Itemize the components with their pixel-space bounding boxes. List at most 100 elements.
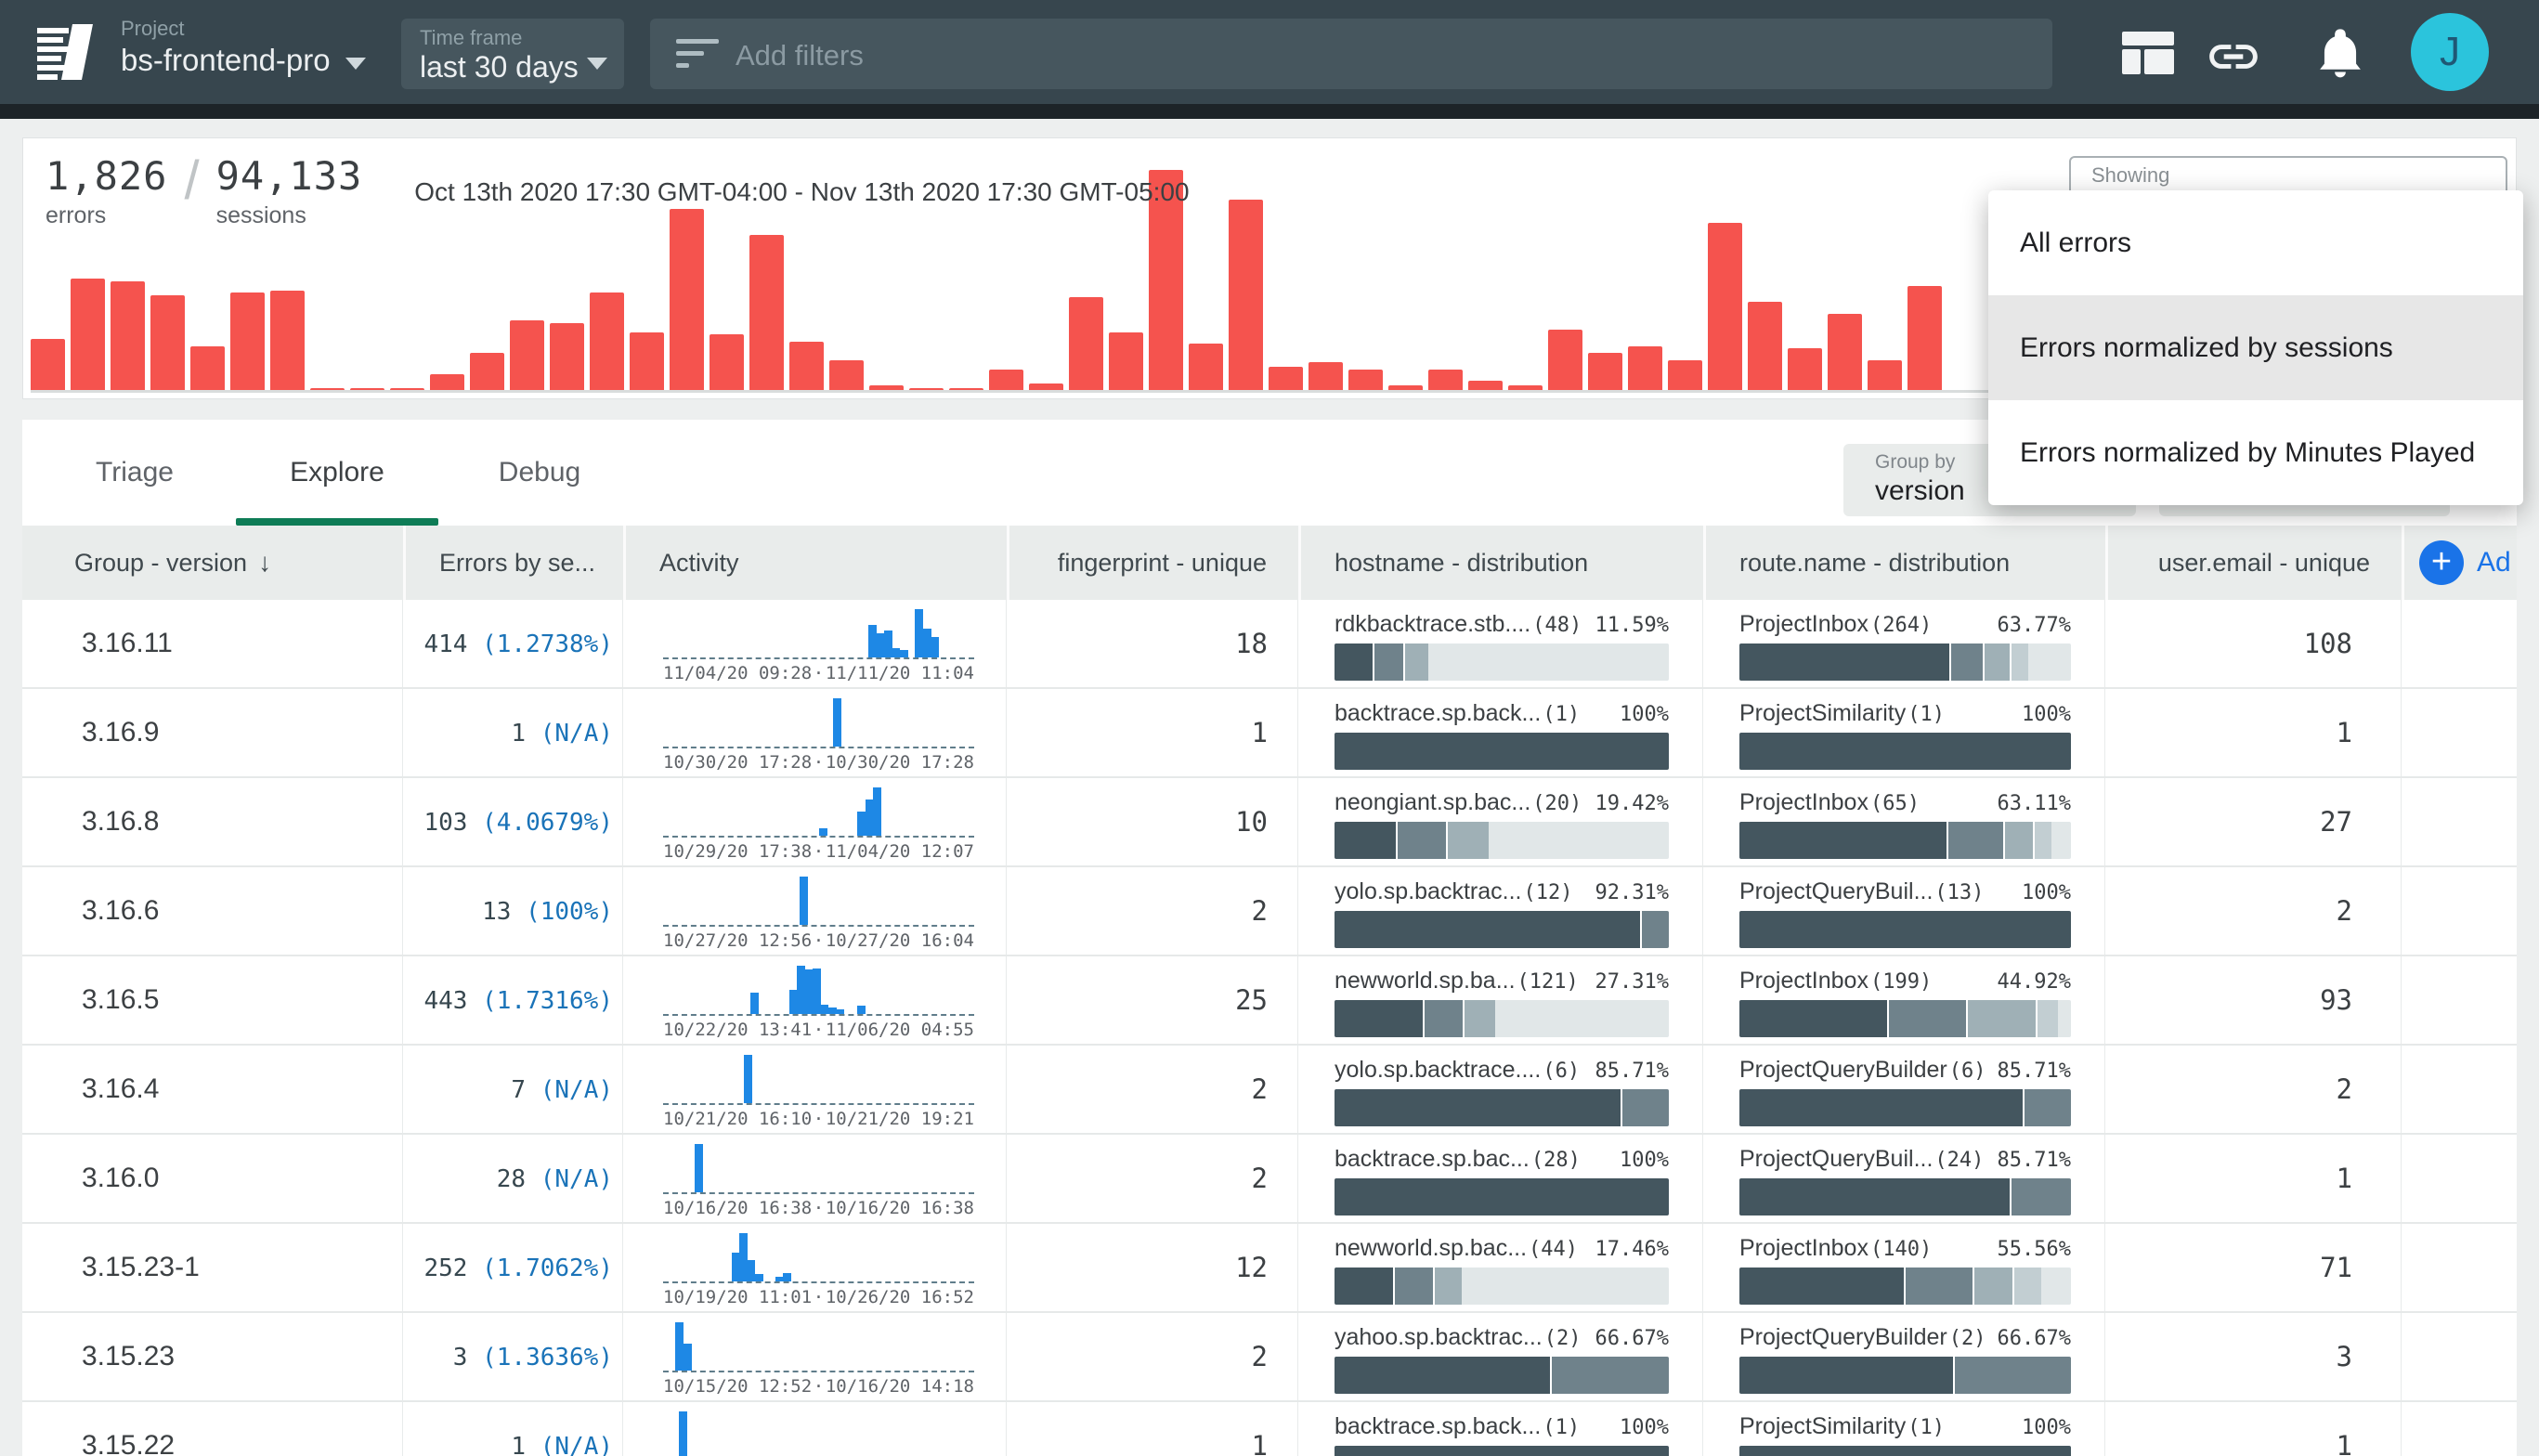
chart-bar xyxy=(1348,370,1383,391)
fingerprint-unique-cell: 1 xyxy=(1009,689,1298,776)
table-row[interactable]: 3.15.233 (1.3636%)10/15/20 12:52·10/16/2… xyxy=(22,1313,2517,1402)
route-name-distribution: ProjectInbox(140)55.56% xyxy=(1739,1235,2071,1305)
table-row[interactable]: 3.15.23-1252 (1.7062%)10/19/20 11:01·10/… xyxy=(22,1224,2517,1313)
sessions-count: 94,133 xyxy=(216,153,363,199)
add-column-body-cell xyxy=(2404,867,2517,955)
tab-triage[interactable]: Triage xyxy=(33,420,236,526)
column-header-errors-by-se[interactable]: Errors by se... xyxy=(406,526,623,600)
sparkline-start-date: 10/29/20 17:38 xyxy=(663,841,812,862)
date-separator: · xyxy=(814,1020,824,1040)
errors-count: 1 xyxy=(511,720,526,748)
column-header-route-name-distribution[interactable]: route.name - distribution xyxy=(1706,526,2105,600)
distribution-label: backtrace.sp.back...(1)100% xyxy=(1335,1413,1669,1440)
sparkline-baseline xyxy=(663,1103,974,1105)
errors-count: 3 xyxy=(453,1344,468,1372)
add-column-body-cell xyxy=(2404,1402,2517,1456)
column-header-activity[interactable]: Activity xyxy=(626,526,1007,600)
route-name-percent: 55.56% xyxy=(1998,1238,2071,1261)
column-header-label: Group - version xyxy=(74,549,247,577)
hostname-distribution-cell: neongiant.sp.bac...(20)19.42% xyxy=(1301,778,1703,865)
table-row[interactable]: 3.15.221 (N/A)1backtrace.sp.back...(1)10… xyxy=(22,1402,2517,1456)
project-caret-icon[interactable] xyxy=(345,58,366,70)
distribution-label: ProjectQueryBuil...(24)85.71% xyxy=(1739,1146,2071,1173)
activity-cell: 10/30/20 17:28·10/30/20 17:28 xyxy=(626,689,1007,776)
distribution-segment xyxy=(1465,1000,1494,1037)
chart-bar xyxy=(390,388,424,391)
timeframe-selector[interactable]: Time frame last 30 days xyxy=(401,19,624,89)
route-name-name: ProjectInbox xyxy=(1739,968,1868,994)
chart-bar xyxy=(949,388,983,391)
chart-bar xyxy=(909,388,944,391)
column-header-fingerprint-unique[interactable]: fingerprint - unique xyxy=(1009,526,1298,600)
column-header-label: fingerprint - unique xyxy=(1058,549,1267,577)
project-selector[interactable]: bs-frontend-pro xyxy=(121,43,331,78)
distribution-bar xyxy=(1739,1089,2071,1126)
tab-debug[interactable]: Debug xyxy=(438,420,641,526)
hostname-name: yolo.sp.backtrace.... xyxy=(1335,1057,1541,1084)
sparkline-date-range: 10/29/20 17:38·11/04/20 12:07 xyxy=(663,841,974,862)
fingerprint-unique-cell: 1 xyxy=(1009,1402,1298,1456)
chart-bar xyxy=(310,388,345,391)
table-row[interactable]: 3.16.8103 (4.0679%)10/29/20 17:38·11/04/… xyxy=(22,778,2517,867)
active-tab-underline xyxy=(236,518,438,526)
errors-cell: 3 (1.3636%) xyxy=(406,1313,623,1400)
activity-cell: 10/29/20 17:38·11/04/20 12:07 xyxy=(626,778,1007,865)
add-filters-input[interactable]: Add filters xyxy=(650,19,2052,89)
chart-bar xyxy=(111,281,145,391)
distribution-label: yolo.sp.backtrace....(6)85.71% xyxy=(1335,1057,1669,1084)
menu-item-errors-normalized-by-minutes-played[interactable]: Errors normalized by Minutes Played xyxy=(1988,400,2523,505)
backtrace-logo-icon[interactable] xyxy=(33,20,97,84)
route-name-name: ProjectQueryBuil... xyxy=(1739,1146,1933,1173)
distribution-segment xyxy=(1951,644,1985,681)
distribution-segment xyxy=(1739,1089,2025,1126)
sparkline-bar xyxy=(744,1055,752,1103)
table-row[interactable]: 3.16.11414 (1.2738%)11/04/20 09:28·11/11… xyxy=(22,600,2517,689)
user-avatar[interactable]: J xyxy=(2411,13,2489,91)
hostname-percent: 17.46% xyxy=(1595,1238,1669,1261)
activity-cell: 10/22/20 13:41·11/06/20 04:55 xyxy=(626,956,1007,1044)
menu-item-all-errors[interactable]: All errors xyxy=(1988,190,2523,295)
table-row[interactable]: 3.16.5443 (1.7316%)10/22/20 13:41·11/06/… xyxy=(22,956,2517,1046)
table-row[interactable]: 3.16.47 (N/A)10/21/20 16:10·10/21/20 19:… xyxy=(22,1046,2517,1135)
table-row[interactable]: 3.16.028 (N/A)10/16/20 16:38·10/16/20 16… xyxy=(22,1135,2517,1224)
table-row[interactable]: 3.16.613 (100%)10/27/20 12:56·10/27/20 1… xyxy=(22,867,2517,956)
chart-bar xyxy=(829,360,864,391)
hostname-count: (2) xyxy=(1544,1327,1582,1350)
add-column-header[interactable]: + Ad xyxy=(2404,526,2517,600)
hostname-distribution-cell: newworld.sp.bac...(44)17.46% xyxy=(1301,1224,1703,1311)
route-name-distribution-cell: ProjectQueryBuil...(13)100% xyxy=(1706,867,2105,955)
distribution-segment xyxy=(1974,1268,2014,1305)
notifications-bell-icon[interactable] xyxy=(2311,22,2370,85)
route-name-percent: 44.92% xyxy=(1998,970,2071,994)
hostname-distribution-cell: backtrace.sp.back...(1)100% xyxy=(1301,1402,1703,1456)
add-column-plus-icon[interactable]: + xyxy=(2419,540,2464,585)
chart-bar xyxy=(1428,370,1463,391)
activity-cell: 10/16/20 16:38·10/16/20 16:38 xyxy=(626,1135,1007,1222)
column-header-group-version[interactable]: Group - version ↓ xyxy=(22,526,403,600)
menu-item-errors-normalized-by-sessions[interactable]: Errors normalized by sessions xyxy=(1988,295,2523,400)
add-column-label: Ad xyxy=(2477,547,2511,578)
link-icon[interactable] xyxy=(2205,28,2262,85)
activity-sparkline xyxy=(663,1402,974,1456)
chart-bar xyxy=(31,339,65,390)
hostname-distribution: neongiant.sp.bac...(20)19.42% xyxy=(1335,789,1669,859)
chart-bar xyxy=(1109,332,1143,391)
distribution-label: backtrace.sp.bac...(28)100% xyxy=(1335,1146,1669,1173)
errors-count: 414 xyxy=(423,630,467,658)
tab-explore[interactable]: Explore xyxy=(236,420,438,526)
sort-desc-icon[interactable]: ↓ xyxy=(258,548,271,577)
distribution-bar xyxy=(1335,1357,1669,1394)
column-header-user-email-unique[interactable]: user.email - unique xyxy=(2108,526,2402,600)
version-cell: 3.16.8 xyxy=(22,778,403,865)
table-row[interactable]: 3.16.91 (N/A)10/30/20 17:28·10/30/20 17:… xyxy=(22,689,2517,778)
route-name-count: (65) xyxy=(1870,792,1920,815)
distribution-bar xyxy=(1335,1178,1669,1216)
distribution-segment xyxy=(2038,1000,2057,1037)
hostname-count: (1) xyxy=(1543,1416,1580,1439)
dashboard-layout-icon[interactable] xyxy=(2122,32,2174,74)
topbar-shadow-strip xyxy=(0,104,2539,119)
hostname-distribution: rdkbacktrace.stb....(48)11.59% xyxy=(1335,611,1669,681)
chart-bar xyxy=(789,342,824,391)
column-header-hostname-distribution[interactable]: hostname - distribution xyxy=(1301,526,1703,600)
date-separator: · xyxy=(814,1376,824,1397)
